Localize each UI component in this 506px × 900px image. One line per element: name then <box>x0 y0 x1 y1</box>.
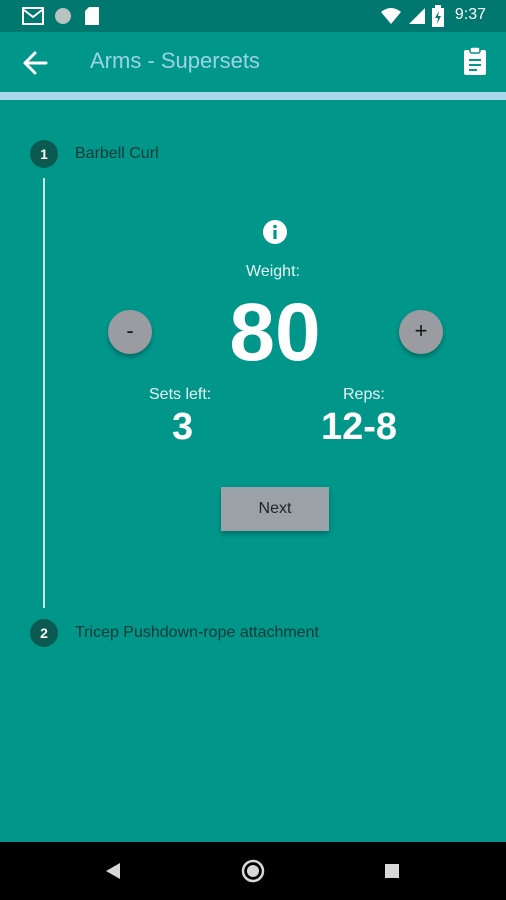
sets-left-label: Sets left: <box>149 386 212 403</box>
wifi-icon <box>381 8 401 24</box>
nav-recents-icon[interactable] <box>384 863 400 879</box>
sd-card-icon <box>85 7 99 25</box>
workout-content <box>0 100 506 842</box>
increase-weight-button[interactable]: + <box>399 310 443 354</box>
circle-icon <box>55 8 71 24</box>
stepper-connector-line <box>43 178 45 608</box>
app-bar: Arms - Supersets <box>0 32 506 92</box>
weight-label: Weight: <box>246 263 300 280</box>
info-icon[interactable] <box>262 219 288 245</box>
gmail-icon <box>22 7 44 25</box>
signal-icon <box>409 8 425 24</box>
page-title: Arms - Supersets <box>90 48 260 73</box>
nav-back-icon[interactable] <box>104 862 122 880</box>
arrow-back-icon[interactable] <box>22 50 48 76</box>
status-bar: 9:37 <box>0 0 506 32</box>
next-button[interactable]: Next <box>221 487 329 531</box>
nav-home-icon[interactable] <box>241 859 265 883</box>
system-nav-bar <box>0 842 506 900</box>
reps-value: 12-8 <box>321 406 398 448</box>
decrease-weight-button[interactable]: - <box>108 310 152 354</box>
step-1-number: 1 <box>30 140 58 168</box>
app-bar-accent-line <box>0 92 506 100</box>
step-2-number: 2 <box>30 619 58 647</box>
status-time: 9:37 <box>454 6 486 23</box>
sets-left-value: 3 <box>172 406 194 448</box>
battery-icon <box>432 5 444 27</box>
step-1-label[interactable]: Barbell Curl <box>75 145 159 163</box>
clipboard-icon[interactable] <box>462 46 488 76</box>
reps-label: Reps: <box>343 386 385 403</box>
step-2-label[interactable]: Tricep Pushdown-rope attachment <box>75 624 319 642</box>
